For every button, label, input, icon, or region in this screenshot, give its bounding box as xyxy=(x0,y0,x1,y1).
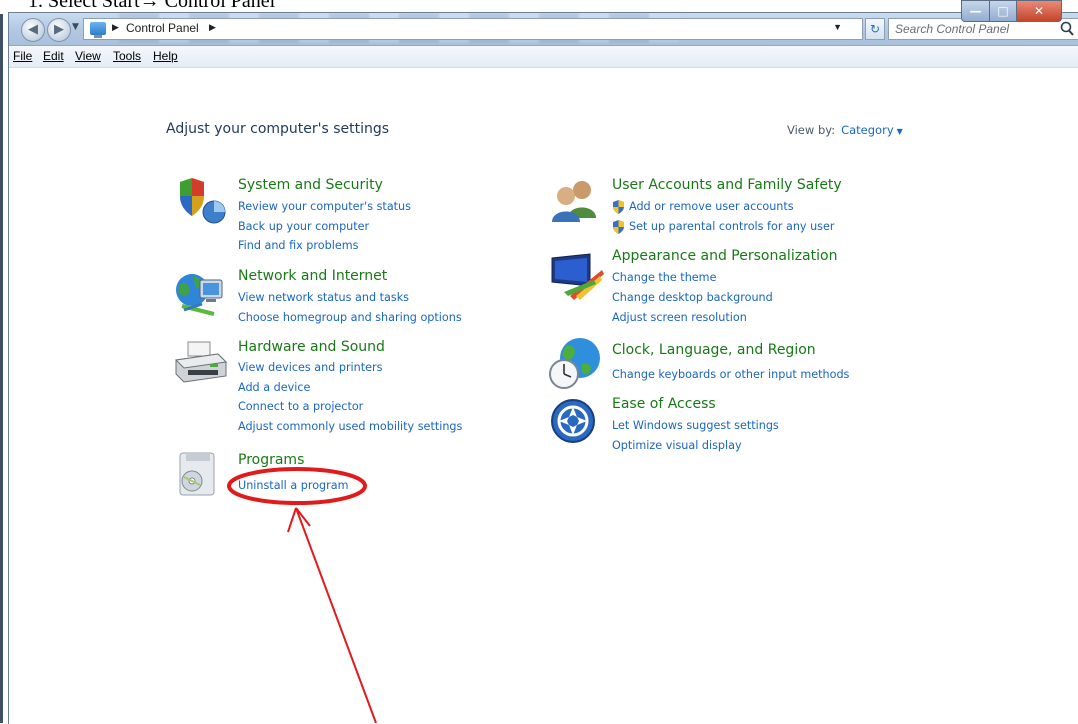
category-title-clock-language[interactable]: Clock, Language, and Region xyxy=(612,342,816,358)
title-bar: ◀ ▶ ▼ ▶ Control Panel ▶ ▼ ↻ Search Contr… xyxy=(9,13,1078,46)
menu-help[interactable]: Help xyxy=(153,49,178,63)
link-parental-controls[interactable]: Set up parental controls for any user xyxy=(629,220,835,233)
forward-button[interactable]: ▶ xyxy=(47,18,71,42)
menu-file[interactable]: File xyxy=(13,49,32,63)
link-uninstall-program[interactable]: Uninstall a program xyxy=(238,479,349,492)
link-desktop-background[interactable]: Change desktop background xyxy=(612,291,773,304)
maximize-button[interactable]: □ xyxy=(989,0,1017,22)
breadcrumb-control-panel[interactable]: Control Panel xyxy=(126,21,199,35)
link-projector[interactable]: Connect to a projector xyxy=(238,400,363,413)
history-dropdown-icon[interactable]: ▼ xyxy=(72,22,79,32)
link-find-fix[interactable]: Find and fix problems xyxy=(238,239,358,252)
link-network-status[interactable]: View network status and tasks xyxy=(238,291,409,304)
monitor-paint-icon[interactable] xyxy=(550,252,606,306)
shield-icon[interactable] xyxy=(176,176,228,230)
page-title: Adjust your computer's settings xyxy=(166,121,390,137)
search-icon[interactable] xyxy=(1058,20,1076,38)
link-back-up[interactable]: Back up your computer xyxy=(238,220,369,233)
link-screen-resolution[interactable]: Adjust screen resolution xyxy=(612,311,747,324)
breadcrumb-separator-icon[interactable]: ▶ xyxy=(209,22,216,33)
link-devices-printers[interactable]: View devices and printers xyxy=(238,361,382,374)
category-title-user-accounts[interactable]: User Accounts and Family Safety xyxy=(612,177,842,193)
view-by-dropdown[interactable]: Category xyxy=(841,123,894,137)
clock-globe-icon[interactable] xyxy=(548,336,604,394)
link-add-remove-accounts[interactable]: Add or remove user accounts xyxy=(629,200,794,213)
close-button[interactable]: ✕ xyxy=(1016,0,1062,22)
left-window-edge xyxy=(0,14,3,723)
link-change-keyboards[interactable]: Change keyboards or other input methods xyxy=(612,368,849,381)
users-icon[interactable] xyxy=(548,178,604,228)
back-button[interactable]: ◀ xyxy=(21,18,45,42)
category-title-hardware-sound[interactable]: Hardware and Sound xyxy=(238,339,385,355)
control-panel-window: ◀ ▶ ▼ ▶ Control Panel ▶ ▼ ↻ Search Contr… xyxy=(8,12,1078,724)
view-by: View by: Category ▼ xyxy=(787,123,903,137)
category-title-network-internet[interactable]: Network and Internet xyxy=(238,268,387,284)
address-bar[interactable]: ▶ Control Panel ▶ ▼ xyxy=(83,18,863,40)
refresh-button[interactable]: ↻ xyxy=(865,18,885,40)
category-title-programs[interactable]: Programs xyxy=(238,452,304,468)
category-title-system-security[interactable]: System and Security xyxy=(238,177,383,193)
minimize-button[interactable]: — xyxy=(961,0,990,22)
view-by-label: View by: xyxy=(787,123,836,137)
link-optimize-visual[interactable]: Optimize visual display xyxy=(612,439,742,452)
search-placeholder: Search Control Panel xyxy=(895,22,1010,36)
category-title-ease-of-access[interactable]: Ease of Access xyxy=(612,396,716,412)
link-change-theme[interactable]: Change the theme xyxy=(612,271,716,284)
menu-bar: File Edit View Tools Help xyxy=(9,46,1078,68)
category-title-appearance[interactable]: Appearance and Personalization xyxy=(612,248,837,264)
link-windows-suggest[interactable]: Let Windows suggest settings xyxy=(612,419,779,432)
uac-shield-icon xyxy=(612,219,625,234)
menu-edit[interactable]: Edit xyxy=(43,49,64,63)
uac-shield-icon xyxy=(612,199,625,214)
link-review-status[interactable]: Review your computer's status xyxy=(238,200,411,213)
chevron-down-icon[interactable]: ▼ xyxy=(897,127,903,136)
address-dropdown-icon[interactable]: ▼ xyxy=(833,22,842,32)
link-add-device[interactable]: Add a device xyxy=(238,381,310,394)
printer-icon[interactable] xyxy=(174,340,228,390)
link-mobility[interactable]: Adjust commonly used mobility settings xyxy=(238,420,462,433)
menu-tools[interactable]: Tools xyxy=(113,49,141,63)
control-panel-icon xyxy=(90,22,106,38)
link-homegroup[interactable]: Choose homegroup and sharing options xyxy=(238,311,462,324)
globe-network-icon[interactable] xyxy=(174,268,226,324)
programs-icon[interactable] xyxy=(176,449,222,503)
breadcrumb-separator-icon[interactable]: ▶ xyxy=(112,22,119,33)
menu-view[interactable]: View xyxy=(75,49,101,63)
ease-of-access-icon[interactable] xyxy=(550,398,596,448)
